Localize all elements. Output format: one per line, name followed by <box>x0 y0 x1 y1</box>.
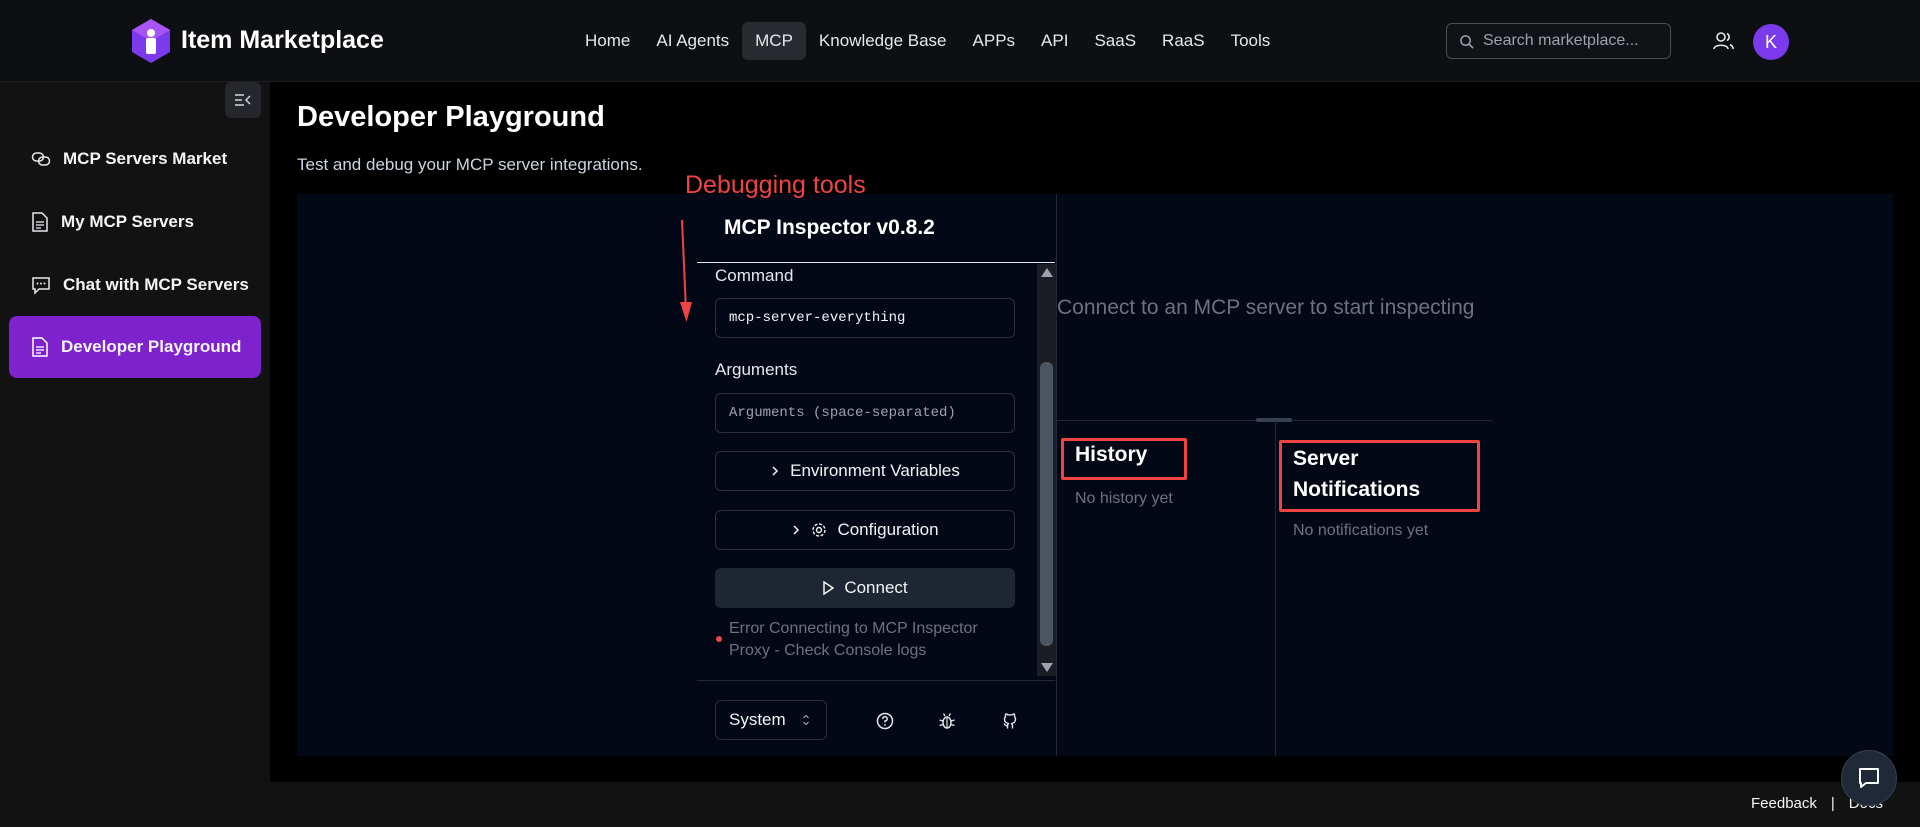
message-icon <box>1859 768 1879 788</box>
nav-home[interactable]: Home <box>572 22 643 60</box>
search-box[interactable] <box>1446 23 1671 59</box>
nav-tools[interactable]: Tools <box>1218 22 1284 60</box>
main-nav: Home AI Agents MCP Knowledge Base APPs A… <box>572 22 1283 60</box>
collapse-icon <box>235 94 251 106</box>
help-icon <box>876 712 894 730</box>
connect-message: Connect to an MCP server to start inspec… <box>1057 296 1475 319</box>
configuration-button[interactable]: Configuration <box>715 510 1015 550</box>
sidebar-item-chat-with-mcp-servers[interactable]: Chat with MCP Servers <box>9 254 261 316</box>
avatar[interactable]: K <box>1753 24 1789 60</box>
nav-raas[interactable]: RaaS <box>1149 22 1218 60</box>
annotation-arrow-icon <box>680 219 692 322</box>
footer-separator: | <box>1830 795 1835 812</box>
resize-handle[interactable] <box>1256 418 1292 422</box>
notifications-annotation-box <box>1279 440 1480 512</box>
sidebar-item-my-mcp-servers[interactable]: My MCP Servers <box>9 191 261 253</box>
sidebar-item-mcp-servers-market[interactable]: MCP Servers Market <box>9 128 261 190</box>
inspector-title: MCP Inspector v0.8.2 <box>724 216 935 239</box>
search-input[interactable] <box>1483 24 1663 58</box>
arguments-input[interactable]: Arguments (space-separated) <box>715 393 1015 433</box>
collapse-sidebar-button[interactable] <box>225 82 261 118</box>
gear-icon <box>812 523 827 537</box>
sidebar-item-label: Developer Playground <box>61 337 242 356</box>
help-button[interactable] <box>873 709 897 733</box>
sidebar-item-label: My MCP Servers <box>61 212 194 231</box>
sidebar-item-developer-playground[interactable]: Developer Playground <box>9 316 261 378</box>
arguments-label: Arguments <box>715 360 798 379</box>
play-icon <box>823 581 835 595</box>
brand-name[interactable]: Item Marketplace <box>181 26 384 55</box>
notifications-empty-text: No notifications yet <box>1293 522 1429 539</box>
chat-icon <box>32 277 50 295</box>
nav-api[interactable]: API <box>1028 22 1081 60</box>
sidebar: MCP Servers Market My MCP Servers Chat w… <box>0 82 270 827</box>
document-icon <box>32 212 48 232</box>
connect-label: Connect <box>844 578 908 597</box>
theme-select[interactable]: System <box>715 700 827 740</box>
inspector-scrollbar[interactable] <box>1037 264 1056 676</box>
column-divider <box>1275 421 1276 756</box>
connection-error-text: Error Connecting to MCP Inspector Proxy … <box>729 620 978 659</box>
environment-variables-label: Environment Variables <box>790 461 960 480</box>
inspector-title-divider <box>697 262 1055 263</box>
environment-variables-button[interactable]: Environment Variables <box>715 451 1015 491</box>
bug-icon <box>939 713 955 729</box>
top-header: Item Marketplace Home AI Agents MCP Know… <box>0 0 1920 82</box>
chevron-updown-icon <box>802 714 809 726</box>
debug-button[interactable] <box>935 709 959 733</box>
connect-button[interactable]: Connect <box>715 568 1015 608</box>
configuration-label: Configuration <box>837 520 939 539</box>
users-icon[interactable] <box>1713 31 1735 51</box>
sidebar-item-label: Chat with MCP Servers <box>63 275 249 294</box>
chevron-right-icon <box>772 466 779 476</box>
scroll-down-arrow[interactable] <box>1041 663 1053 672</box>
github-button[interactable] <box>998 709 1022 733</box>
brand-logo-icon[interactable] <box>130 18 172 64</box>
nav-saas[interactable]: SaaS <box>1081 22 1149 60</box>
theme-select-value: System <box>729 710 786 729</box>
document-icon <box>32 337 48 357</box>
nav-apps[interactable]: APPs <box>960 22 1029 60</box>
chat-fab-button[interactable] <box>1841 750 1897 806</box>
error-status-dot <box>716 636 722 642</box>
scroll-thumb[interactable] <box>1040 362 1053 646</box>
page-subtitle: Test and debug your MCP server integrati… <box>297 155 643 174</box>
history-empty-text: No history yet <box>1075 490 1173 507</box>
nav-ai-agents[interactable]: AI Agents <box>643 22 742 60</box>
annotation-label: Debugging tools <box>685 171 866 199</box>
history-annotation-box <box>1061 438 1187 480</box>
chevron-right-icon <box>793 525 800 535</box>
nav-knowledge-base[interactable]: Knowledge Base <box>806 22 960 60</box>
search-icon <box>1460 35 1474 49</box>
command-input[interactable]: mcp-server-everything <box>715 298 1015 338</box>
command-label: Command <box>715 266 794 285</box>
feedback-link[interactable]: Feedback <box>1751 795 1817 812</box>
inspector-sidebar: MCP Inspector v0.8.2 Command mcp-server-… <box>697 194 1057 756</box>
page-title: Developer Playground <box>297 101 605 133</box>
nav-mcp[interactable]: MCP <box>742 22 806 60</box>
sidebar-item-label: MCP Servers Market <box>63 149 228 168</box>
inspector-footer-divider <box>697 680 1055 681</box>
scroll-up-arrow[interactable] <box>1041 268 1053 277</box>
link-icon <box>31 152 51 166</box>
github-icon <box>1003 713 1017 729</box>
